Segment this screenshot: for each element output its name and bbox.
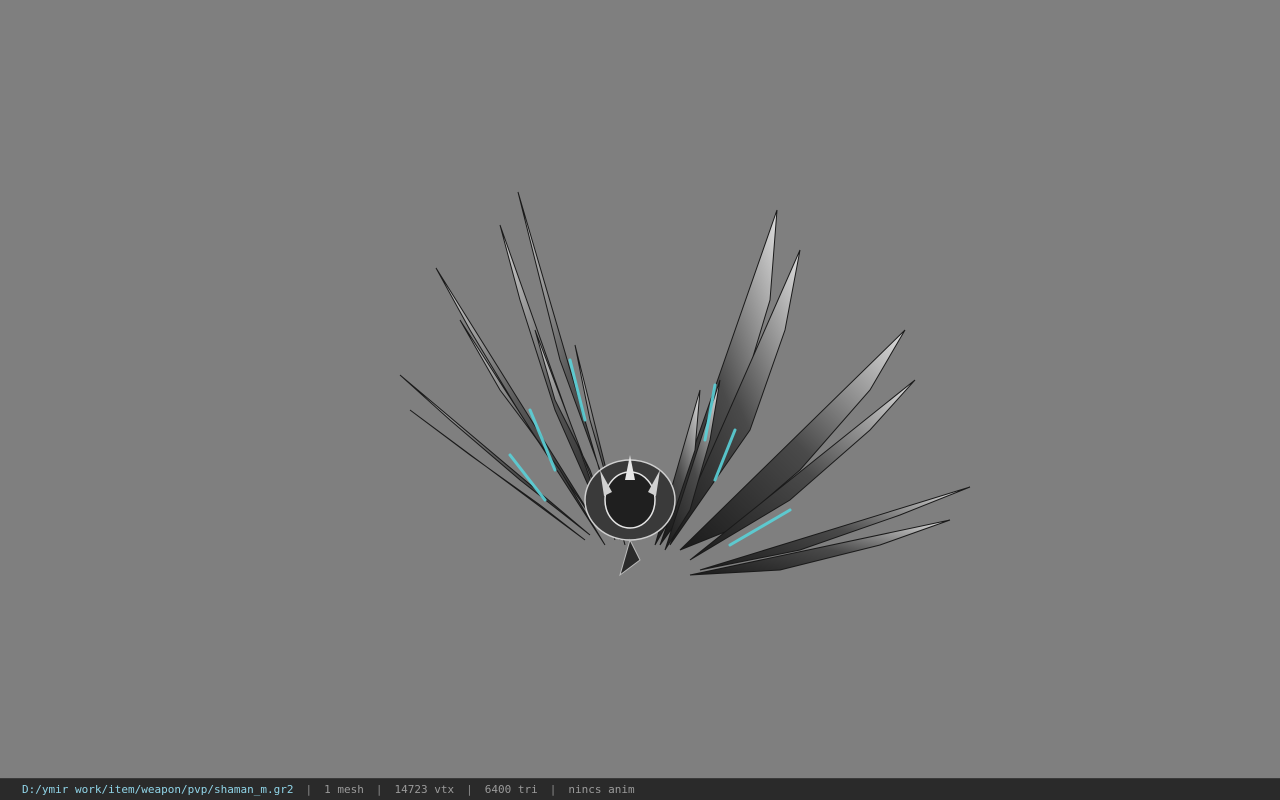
mesh-count-label: 1 mesh <box>324 783 364 796</box>
right-wing <box>654 209 971 576</box>
separator: | <box>305 783 313 796</box>
separator: | <box>466 783 473 796</box>
animation-status-label: nincs anim <box>568 783 635 796</box>
status-bar: D:/ymir work/item/weapon/pvp/shaman_m.gr… <box>0 778 1280 800</box>
separator: | <box>375 783 383 796</box>
file-path-label: D:/ymir work/item/weapon/pvp/shaman_m.gr… <box>22 783 294 796</box>
weapon-model-render[interactable] <box>0 0 1280 778</box>
vertex-count-label: 14723 vtx <box>394 783 455 796</box>
triangle-count-label: 6400 tri <box>484 783 538 796</box>
3d-viewport[interactable] <box>0 0 1280 778</box>
central-core <box>584 455 676 577</box>
separator: | <box>549 783 557 796</box>
